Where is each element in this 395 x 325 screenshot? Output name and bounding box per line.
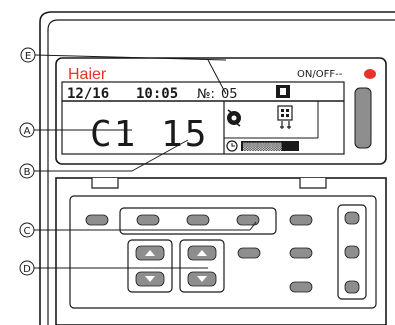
power-led	[364, 69, 376, 79]
callout-a: A	[19, 122, 35, 138]
power-button[interactable]	[354, 87, 372, 149]
svg-text:A: A	[24, 126, 31, 137]
function-button-5[interactable]	[289, 214, 313, 226]
power-label: ON/OFF--	[297, 69, 343, 80]
callout-e: E	[20, 47, 36, 63]
function-button-4[interactable]	[236, 214, 260, 226]
lcd-number-prefix: №:	[197, 87, 215, 102]
svg-text:D: D	[23, 264, 31, 275]
svg-text:E: E	[25, 51, 31, 62]
lcd-date: 12/16	[67, 86, 109, 102]
callout-c: C	[19, 222, 35, 238]
timer-bar-label: ▒▒▒▒▒▒▒▒	[243, 142, 282, 152]
middle-button-3[interactable]	[289, 281, 313, 293]
temp-up-button[interactable]	[135, 245, 165, 261]
time-up-button[interactable]	[187, 245, 217, 261]
function-button-2[interactable]	[136, 214, 160, 226]
lcd-time: 10:05	[136, 86, 178, 102]
controller-illustration: Haier ON/OFF-- 12/16 10:05 №: 05 C1 15 ▒…	[19, 11, 395, 325]
brand-logo: Haier	[68, 66, 107, 83]
middle-button-1[interactable]	[237, 247, 261, 259]
lcd-error-code: C1 15	[90, 114, 208, 155]
svg-text:C: C	[24, 226, 31, 237]
square-icon	[276, 85, 290, 98]
callout-b: B	[19, 163, 35, 179]
right-button-2[interactable]	[344, 245, 360, 259]
panel-notch-right	[299, 178, 327, 189]
right-button-1[interactable]	[344, 211, 360, 225]
panel-notch-left	[91, 178, 119, 189]
right-button-3[interactable]	[344, 280, 360, 294]
function-button-1[interactable]	[85, 214, 109, 226]
middle-button-2[interactable]	[289, 247, 313, 259]
temp-down-button[interactable]	[135, 271, 165, 287]
function-button-3[interactable]	[186, 214, 210, 226]
callout-d: D	[19, 260, 35, 276]
time-down-button[interactable]	[187, 271, 217, 287]
svg-text:B: B	[24, 167, 31, 178]
